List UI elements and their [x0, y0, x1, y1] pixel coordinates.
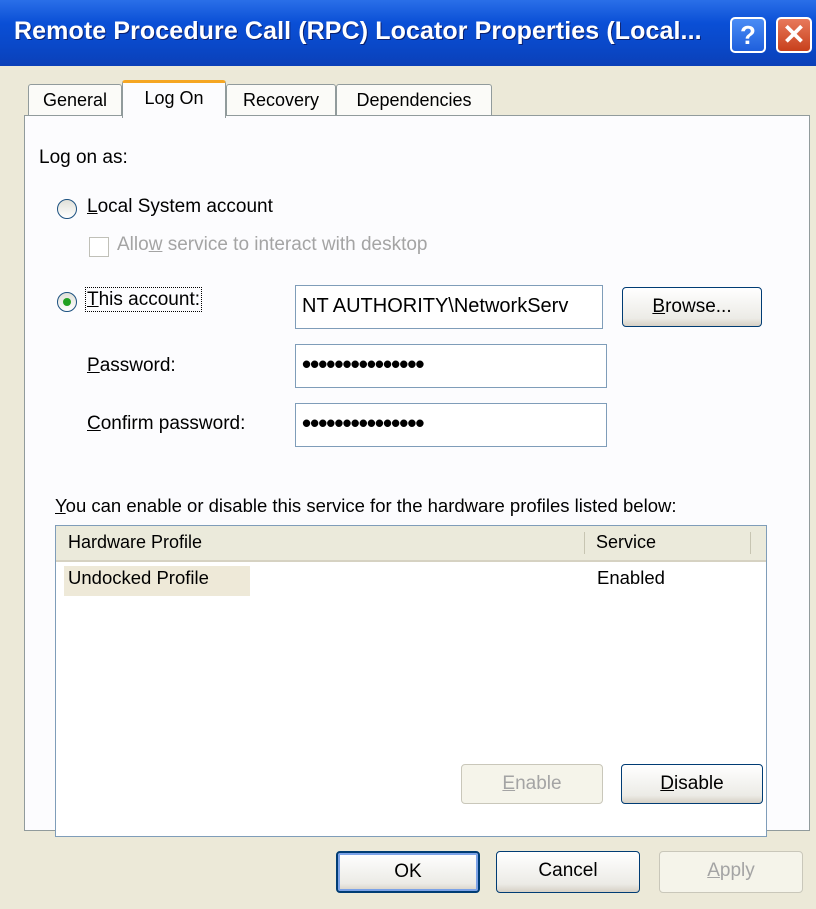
apply-text: pply — [719, 860, 755, 881]
question-mark-icon: ? — [740, 20, 756, 50]
browse-button[interactable]: Browse... — [622, 287, 762, 327]
tab-recovery[interactable]: Recovery — [226, 84, 336, 116]
password-accel: P — [87, 355, 100, 376]
log-on-panel: Log on as: Local System account Allow se… — [24, 115, 810, 837]
tab-dependencies[interactable]: Dependencies — [336, 84, 492, 116]
password-field[interactable]: ••••••••••••••• — [295, 344, 607, 388]
radio-selected-dot — [63, 298, 71, 306]
service-status-cell[interactable]: Enabled — [597, 567, 665, 589]
tab-recovery-label: Recovery — [242, 90, 320, 110]
tab-log-on[interactable]: Log On — [122, 80, 226, 118]
confirm-text: onfirm password: — [100, 413, 246, 434]
properties-dialog: Remote Procedure Call (RPC) Locator Prop… — [0, 0, 816, 909]
local-system-label[interactable]: Local System account — [87, 196, 273, 218]
interact-text-a: Allo — [117, 234, 149, 255]
disable-accel: D — [660, 773, 675, 794]
this-account-label[interactable]: This account: — [84, 287, 203, 312]
password-label: Password: — [87, 355, 176, 377]
local-system-text: ocal System account — [97, 196, 273, 217]
tab-general[interactable]: General — [28, 84, 122, 116]
profile-name-cell[interactable]: Undocked Profile — [68, 567, 209, 589]
tab-general-label: General — [42, 90, 108, 110]
title-bar[interactable]: Remote Procedure Call (RPC) Locator Prop… — [0, 0, 816, 66]
help-button[interactable]: ? — [730, 17, 766, 53]
list-header: Hardware Profile Service — [56, 526, 766, 562]
tab-dependencies-label: Dependencies — [356, 90, 472, 110]
focus-rect: This account: — [84, 287, 203, 312]
interact-text-b: service to interact with desktop — [162, 234, 428, 255]
hardware-profiles-caption: You can enable or disable this service f… — [55, 495, 677, 517]
apply-button[interactable]: Apply — [659, 851, 803, 893]
browse-accel: B — [652, 296, 666, 317]
interact-desktop-label: Allow service to interact with desktop — [117, 234, 428, 256]
this-account-radio[interactable] — [57, 292, 77, 312]
confirm-password-field[interactable]: ••••••••••••••• — [295, 403, 607, 447]
cancel-button[interactable]: Cancel — [496, 851, 640, 893]
column-divider[interactable] — [750, 532, 751, 554]
interact-accel: w — [148, 234, 163, 255]
ok-button[interactable]: OK — [336, 851, 480, 893]
local-system-accel: L — [87, 196, 98, 217]
this-account-accel: T — [87, 289, 99, 310]
password-text: assword: — [99, 355, 176, 376]
interact-desktop-checkbox[interactable] — [89, 237, 109, 257]
enable-text: nable — [515, 773, 562, 794]
browse-text: rowse... — [665, 296, 732, 317]
tab-log-on-label: Log On — [144, 88, 204, 108]
apply-accel: A — [707, 860, 720, 881]
window-title: Remote Procedure Call (RPC) Locator Prop… — [14, 17, 702, 45]
close-button[interactable]: ✕ — [776, 17, 812, 53]
profiles-caption-text: ou can enable or disable this service fo… — [65, 495, 677, 516]
column-header-service[interactable]: Service — [596, 532, 656, 553]
disable-text: isable — [674, 773, 724, 794]
this-account-text: his account: — [98, 289, 201, 310]
log-on-as-heading: Log on as: — [39, 147, 128, 168]
confirm-accel: C — [87, 413, 101, 434]
profiles-accel: Y — [55, 495, 66, 516]
disable-button[interactable]: Disable — [621, 764, 763, 804]
confirm-password-label: Confirm password: — [87, 413, 245, 435]
column-header-profile[interactable]: Hardware Profile — [68, 532, 202, 553]
close-icon: ✕ — [782, 19, 806, 50]
enable-button[interactable]: Enable — [461, 764, 603, 804]
enable-accel: E — [502, 773, 516, 794]
column-divider[interactable] — [584, 532, 585, 554]
local-system-radio[interactable] — [57, 199, 77, 219]
account-name-input[interactable]: NT AUTHORITY\NetworkServ — [295, 285, 603, 329]
